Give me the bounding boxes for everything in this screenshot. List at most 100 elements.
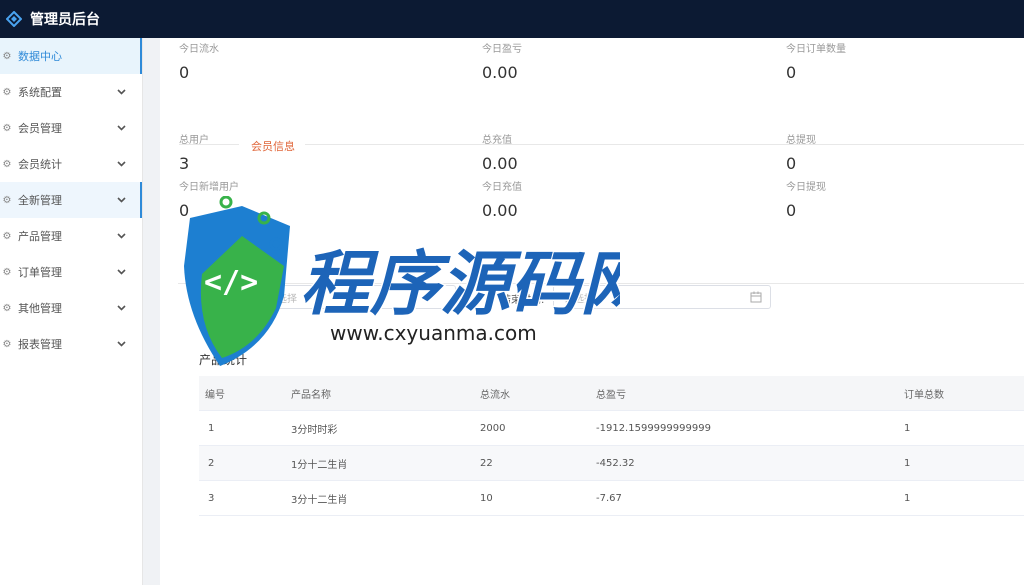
top-bar: 管理员后台 [0,0,1024,38]
table-row: 3 3分十二生肖 10 -7.67 1 [199,481,1024,516]
stat-total-recharge: 总充值 0.00 [482,131,518,173]
sidebar-item-data-center[interactable]: ⚙ 数据中心 [0,38,142,74]
sidebar-item-label: 产品管理 [18,230,62,243]
end-date-placeholder: 请选择 [564,293,594,305]
product-stats-title: 产品统计 [199,353,248,367]
cell-name: 1分十二生肖 [291,460,348,471]
stat-label: 今日提现 [786,182,826,193]
stat-label: 今日充值 [482,182,522,193]
cell-total-flow: 22 [480,458,493,469]
chevron-down-icon [114,341,128,347]
end-date-picker[interactable]: 请选择 [553,285,771,309]
sidebar-item-order-management[interactable]: ⚙ 订单管理 [0,254,142,290]
sidebar-item-label: 报表管理 [18,338,62,351]
app-logo-icon [6,11,22,27]
cell-total-profit: -452.32 [596,458,635,469]
sidebar-item-member-stats[interactable]: ⚙ 会员统计 [0,146,142,182]
stat-value: 0 [786,63,797,82]
sidebar-item-label: 系统配置 [18,86,62,99]
chevron-down-icon [114,125,128,131]
stat-value: 0 [786,201,797,220]
column-header-total-profit: 总盈亏 [596,390,626,401]
cell-id: 3 [208,493,215,504]
stat-value: 0 [179,63,190,82]
cell-id: 1 [208,423,215,434]
sidebar-item-label: 数据中心 [18,50,62,63]
sidebar-item-report-management[interactable]: ⚙ 报表管理 [0,326,142,362]
stat-label: 总提现 [786,135,816,146]
app-title: 管理员后台 [30,12,100,28]
stat-label: 今日盈亏 [482,44,522,55]
sidebar-item-new-management[interactable]: ⚙ 全新管理 [0,182,142,218]
column-header-name: 产品名称 [291,390,331,401]
stat-label: 今日流水 [179,44,219,55]
column-header-order-count: 订单总数 [904,390,944,401]
stat-today-profit: 今日盈亏 0.00 [482,40,522,82]
cell-total-profit: -1912.1599999999999 [596,423,711,434]
cell-total-flow: 2000 [480,423,506,434]
stat-label: 总用户 [179,135,209,146]
table-header-row: 编号 产品名称 总流水 总盈亏 订单总数 [199,376,1024,411]
section-divider [305,144,1024,145]
stat-value: 3 [179,154,190,173]
gear-icon: ⚙ [2,230,12,242]
start-date-placeholder: 请选择 [267,293,297,305]
sidebar-item-label: 其他管理 [18,302,62,315]
end-date-label: 结束时间: [501,295,545,306]
sidebar-item-product-management[interactable]: ⚙ 产品管理 [0,218,142,254]
cell-order-count: 1 [904,493,911,504]
stat-label: 今日新增用户 [179,182,239,193]
sidebar-item-system-config[interactable]: ⚙ 系统配置 [0,74,142,110]
cell-total-profit: -7.67 [596,493,622,504]
sidebar: ⚙ 数据中心 ⚙ 系统配置 ⚙ 会员管理 ⚙ 会员统计 ⚙ 全新管理 ⚙ 产品管… [0,38,143,585]
stat-value: 0.00 [482,201,518,220]
stat-value: 0 [179,201,190,220]
start-date-picker[interactable]: 请选择 [256,285,456,309]
main-content: 今日流水 0 今日盈亏 0.00 今日订单数量 0 会员信息 总用户 3 总充值… [160,38,1024,585]
chevron-down-icon [114,305,128,311]
content-gutter [143,38,160,585]
gear-icon: ⚙ [2,158,12,170]
gear-icon: ⚙ [2,302,12,314]
chevron-down-icon [114,269,128,275]
column-header-id: 编号 [205,390,225,401]
gear-icon: ⚙ [2,86,12,98]
sidebar-item-label: 会员统计 [18,158,62,171]
stat-label: 今日订单数量 [786,44,846,55]
gear-icon: ⚙ [2,194,12,206]
cell-order-count: 1 [904,423,911,434]
sidebar-item-label: 订单管理 [18,266,62,279]
stat-total-users: 总用户 3 [179,131,209,173]
gear-icon: ⚙ [2,122,12,134]
cell-total-flow: 10 [480,493,493,504]
sidebar-item-other-management[interactable]: ⚙ 其他管理 [0,290,142,326]
section-divider [178,283,1024,284]
stat-value: 0.00 [482,154,518,173]
chevron-down-icon [114,161,128,167]
sidebar-item-label: 全新管理 [18,194,62,207]
stat-value: 0.00 [482,63,518,82]
sidebar-item-member-management[interactable]: ⚙ 会员管理 [0,110,142,146]
stat-total-withdraw: 总提现 0 [786,131,816,173]
cell-order-count: 1 [904,458,911,469]
chevron-down-icon [114,233,128,239]
cell-name: 3分十二生肖 [291,495,348,506]
stat-new-users-today: 今日新增用户 0 [179,178,239,220]
sidebar-item-label: 会员管理 [18,122,62,135]
stat-today-flow: 今日流水 0 [179,40,219,82]
cell-name: 3分时时彩 [291,425,338,436]
stat-value: 0 [786,154,797,173]
stat-today-recharge: 今日充值 0.00 [482,178,522,220]
column-header-total-flow: 总流水 [480,390,510,401]
stat-today-orders: 今日订单数量 0 [786,40,846,82]
cell-id: 2 [208,458,215,469]
stat-today-withdraw: 今日提现 0 [786,178,826,220]
stat-label: 总充值 [482,135,512,146]
table-row: 2 1分十二生肖 22 -452.32 1 [199,446,1024,481]
gear-icon: ⚙ [2,50,12,62]
chevron-down-icon [114,197,128,203]
product-stats-table: 编号 产品名称 总流水 总盈亏 订单总数 1 3分时时彩 2000 -1912.… [199,376,1024,516]
gear-icon: ⚙ [2,266,12,278]
table-row: 1 3分时时彩 2000 -1912.1599999999999 1 [199,411,1024,446]
section-title-member-info: 会员信息 [247,138,299,154]
